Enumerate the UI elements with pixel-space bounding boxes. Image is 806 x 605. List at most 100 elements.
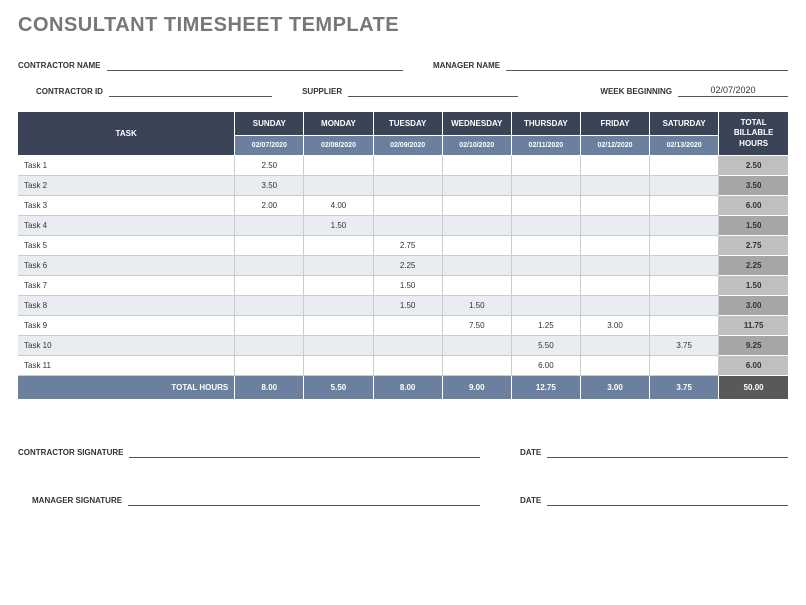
hours-cell[interactable]: 1.25 <box>511 316 580 336</box>
supplier-input[interactable] <box>348 85 518 97</box>
hours-cell[interactable] <box>304 156 373 176</box>
hours-cell[interactable] <box>304 316 373 336</box>
hours-cell[interactable]: 3.00 <box>580 316 649 336</box>
hours-cell[interactable] <box>373 176 442 196</box>
hours-cell[interactable] <box>511 176 580 196</box>
hours-cell[interactable]: 1.50 <box>304 216 373 236</box>
task-name-cell[interactable]: Task 10 <box>18 336 235 356</box>
hours-cell[interactable]: 3.75 <box>650 336 719 356</box>
hours-cell[interactable] <box>235 336 304 356</box>
hours-cell[interactable] <box>650 196 719 216</box>
task-name-cell[interactable]: Task 5 <box>18 236 235 256</box>
hours-cell[interactable] <box>235 216 304 236</box>
hours-cell[interactable] <box>442 176 511 196</box>
hours-cell[interactable] <box>442 236 511 256</box>
task-name-cell[interactable]: Task 3 <box>18 196 235 216</box>
hours-cell[interactable] <box>442 196 511 216</box>
date-input-1[interactable] <box>547 446 788 458</box>
day-header-1: MONDAY <box>304 112 373 136</box>
hours-cell[interactable] <box>580 356 649 376</box>
hours-cell[interactable] <box>650 316 719 336</box>
hours-cell[interactable] <box>304 236 373 256</box>
hours-cell[interactable]: 3.50 <box>235 176 304 196</box>
hours-cell[interactable]: 1.50 <box>373 296 442 316</box>
hours-cell[interactable] <box>373 156 442 176</box>
hours-cell[interactable] <box>235 256 304 276</box>
hours-cell[interactable] <box>650 296 719 316</box>
hours-cell[interactable] <box>511 196 580 216</box>
contractor-signature-input[interactable] <box>129 446 480 458</box>
task-name-cell[interactable]: Task 4 <box>18 216 235 236</box>
manager-signature-input[interactable] <box>128 494 480 506</box>
hours-cell[interactable] <box>580 196 649 216</box>
hours-cell[interactable]: 7.50 <box>442 316 511 336</box>
hours-cell[interactable] <box>650 236 719 256</box>
hours-cell[interactable] <box>373 216 442 236</box>
hours-cell[interactable] <box>580 336 649 356</box>
hours-cell[interactable] <box>373 336 442 356</box>
hours-cell[interactable]: 4.00 <box>304 196 373 216</box>
hours-cell[interactable] <box>373 356 442 376</box>
task-name-cell[interactable]: Task 9 <box>18 316 235 336</box>
hours-cell[interactable] <box>304 256 373 276</box>
date-input-2[interactable] <box>547 494 788 506</box>
hours-cell[interactable] <box>304 276 373 296</box>
hours-cell[interactable] <box>304 356 373 376</box>
task-name-cell[interactable]: Task 8 <box>18 296 235 316</box>
contractor-name-input[interactable] <box>107 59 403 71</box>
hours-cell[interactable] <box>511 156 580 176</box>
hours-cell[interactable] <box>442 256 511 276</box>
hours-cell[interactable] <box>373 196 442 216</box>
hours-cell[interactable] <box>650 256 719 276</box>
hours-cell[interactable] <box>650 176 719 196</box>
hours-cell[interactable] <box>580 156 649 176</box>
hours-cell[interactable]: 5.50 <box>511 336 580 356</box>
hours-cell[interactable] <box>304 176 373 196</box>
hours-cell[interactable] <box>235 276 304 296</box>
hours-cell[interactable] <box>442 276 511 296</box>
hours-cell[interactable]: 6.00 <box>511 356 580 376</box>
hours-cell[interactable] <box>235 296 304 316</box>
hours-cell[interactable]: 1.50 <box>442 296 511 316</box>
manager-name-input[interactable] <box>506 59 788 71</box>
hours-cell[interactable] <box>511 236 580 256</box>
hours-cell[interactable] <box>580 296 649 316</box>
hours-cell[interactable] <box>650 216 719 236</box>
hours-cell[interactable] <box>511 296 580 316</box>
task-name-cell[interactable]: Task 2 <box>18 176 235 196</box>
hours-cell[interactable] <box>580 276 649 296</box>
hours-cell[interactable] <box>235 236 304 256</box>
task-name-cell[interactable]: Task 6 <box>18 256 235 276</box>
hours-cell[interactable] <box>511 216 580 236</box>
hours-cell[interactable] <box>580 236 649 256</box>
contractor-id-input[interactable] <box>109 85 272 97</box>
week-beginning-value[interactable]: 02/07/2020 <box>678 85 788 97</box>
hours-cell[interactable] <box>580 216 649 236</box>
day-total-1: 5.50 <box>304 376 373 400</box>
hours-cell[interactable] <box>511 276 580 296</box>
task-name-cell[interactable]: Task 7 <box>18 276 235 296</box>
task-name-cell[interactable]: Task 1 <box>18 156 235 176</box>
hours-cell[interactable] <box>304 296 373 316</box>
hours-cell[interactable]: 2.25 <box>373 256 442 276</box>
hours-cell[interactable] <box>650 276 719 296</box>
hours-cell[interactable] <box>442 216 511 236</box>
hours-cell[interactable]: 2.00 <box>235 196 304 216</box>
hours-cell[interactable]: 2.75 <box>373 236 442 256</box>
hours-cell[interactable] <box>650 356 719 376</box>
hours-cell[interactable] <box>442 156 511 176</box>
hours-cell[interactable] <box>373 316 442 336</box>
hours-cell[interactable] <box>650 156 719 176</box>
hours-cell[interactable] <box>580 256 649 276</box>
hours-cell[interactable]: 2.50 <box>235 156 304 176</box>
hours-cell[interactable] <box>235 316 304 336</box>
hours-cell[interactable] <box>304 336 373 356</box>
hours-cell[interactable] <box>511 256 580 276</box>
hours-cell[interactable] <box>442 336 511 356</box>
hours-cell[interactable] <box>235 356 304 376</box>
task-name-cell[interactable]: Task 11 <box>18 356 235 376</box>
hours-cell[interactable] <box>580 176 649 196</box>
hours-cell[interactable]: 1.50 <box>373 276 442 296</box>
hours-cell[interactable] <box>442 356 511 376</box>
day-header-3: WEDNESDAY <box>442 112 511 136</box>
